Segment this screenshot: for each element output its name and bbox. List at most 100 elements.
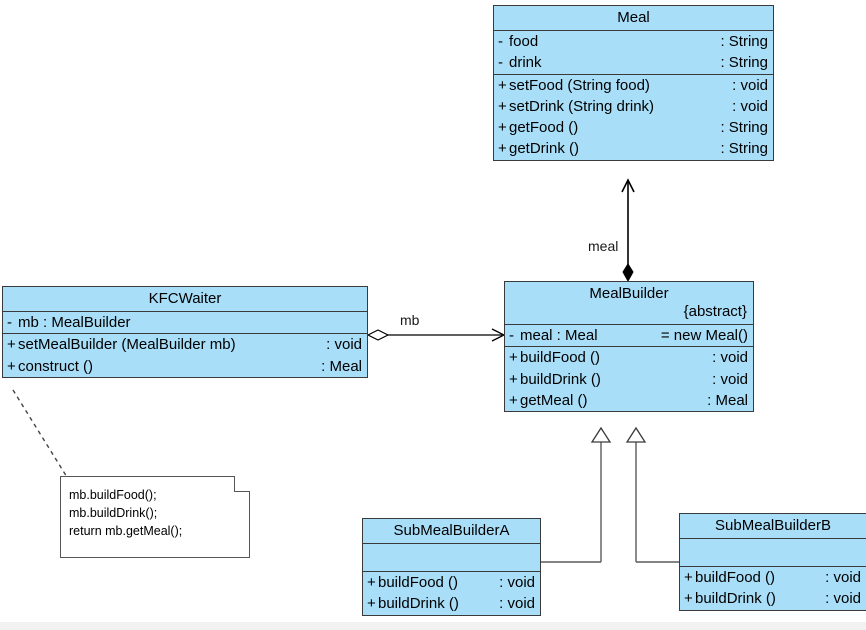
- note-line: return mb.getMeal();: [69, 524, 183, 539]
- attribute-signature: meal : Meal: [520, 327, 598, 344]
- mealbuilder-operations-compartment: + buildFood () : void + buildDrink () : …: [505, 346, 753, 411]
- visibility-marker: +: [509, 391, 518, 409]
- generalization-submealbuildera-mealbuilder: [541, 426, 612, 563]
- class-name-kfcwaiter: KFCWaiter: [148, 290, 222, 307]
- submealbuildera-attributes-compartment: [363, 543, 540, 571]
- operation-signature: buildDrink (): [695, 590, 776, 608]
- visibility-marker: +: [7, 336, 16, 354]
- operation-signature: buildFood (): [378, 574, 459, 591]
- mealbuilder-attributes-compartment: - meal : Meal = new Meal(): [505, 324, 753, 346]
- class-name-submealbuildera: SubMealBuilderA: [393, 522, 510, 539]
- visibility-marker: +: [367, 574, 376, 591]
- attribute-default-value: = new Meal(): [660, 327, 748, 344]
- class-box-mealbuilder[interactable]: MealBuilder {abstract} - meal : Meal = n…: [504, 281, 754, 412]
- visibility-marker: -: [498, 33, 503, 50]
- operation-return-type: : void: [499, 595, 535, 613]
- operation-row: + construct () : Meal: [3, 356, 367, 377]
- note-line: mb.buildDrink();: [69, 506, 158, 521]
- operation-return-type: : String: [720, 140, 768, 158]
- kfcwaiter-name-compartment: KFCWaiter: [3, 287, 367, 311]
- uml-diagram-canvas: Meal - food : String - drink : String + …: [0, 0, 866, 630]
- visibility-marker: +: [684, 590, 693, 608]
- operation-row: + buildFood () : void: [505, 347, 753, 368]
- visibility-marker: +: [684, 569, 693, 586]
- visibility-marker: +: [498, 119, 507, 136]
- attribute-type: [356, 314, 362, 331]
- class-box-submealbuildera[interactable]: SubMealBuilderA + buildFood () : void + …: [362, 518, 541, 616]
- operation-signature: setFood (String food): [509, 76, 650, 94]
- operation-signature: getFood (): [509, 119, 579, 136]
- class-box-meal[interactable]: Meal - food : String - drink : String + …: [493, 5, 774, 161]
- operation-row: + getDrink () : String: [494, 138, 773, 159]
- class-name-mealbuilder: MealBuilder {abstract}: [505, 282, 753, 324]
- operation-return-type: : void: [499, 574, 535, 591]
- operation-row: + buildDrink () : void: [505, 369, 753, 390]
- operation-signature: buildDrink (): [378, 595, 459, 613]
- attribute-signature: drink: [509, 54, 542, 72]
- operation-row: + buildDrink () : void: [363, 593, 540, 614]
- meal-operations-compartment: + setFood (String food) : void + setDrin…: [494, 73, 773, 160]
- class-name-text: MealBuilder: [589, 285, 669, 302]
- attribute-signature: food: [509, 33, 539, 50]
- operation-row: + setDrink (String drink) : void: [494, 96, 773, 117]
- operation-return-type: : void: [825, 569, 861, 586]
- operation-signature: setMealBuilder (MealBuilder mb): [18, 336, 236, 354]
- generalization-submealbuilderb-mealbuilder: [625, 426, 679, 563]
- operation-row: + setMealBuilder (MealBuilder mb) : void: [3, 334, 367, 355]
- aggregation-kfcwaiter-mealbuilder: [366, 328, 506, 342]
- visibility-marker: -: [7, 314, 12, 331]
- note-box-construct-body[interactable]: mb.buildFood(); mb.buildDrink(); return …: [60, 476, 250, 558]
- operation-signature: getMeal (): [520, 391, 588, 409]
- operation-row: + buildFood () : void: [363, 572, 540, 593]
- class-name-meal: Meal: [617, 9, 650, 26]
- mealbuilder-name-compartment: MealBuilder {abstract}: [505, 282, 753, 324]
- bottom-edge-strip: [0, 622, 866, 630]
- note-anchor-dashed-line: [12, 389, 71, 483]
- operation-signature: getDrink (): [509, 140, 580, 158]
- class-name-submealbuilderb: SubMealBuilderB: [715, 517, 831, 534]
- operation-row: + getFood () : String: [494, 117, 773, 138]
- attribute-row: - meal : Meal = new Meal(): [505, 325, 753, 346]
- submealbuilderb-operations-compartment: + buildFood () : void + buildDrink () : …: [680, 566, 866, 610]
- operation-signature: setDrink (String drink): [509, 97, 655, 115]
- operation-signature: construct (): [18, 357, 94, 375]
- operation-return-type: : void: [712, 349, 748, 367]
- operation-return-type: : Meal: [707, 391, 748, 409]
- visibility-marker: +: [509, 370, 518, 388]
- visibility-marker: -: [498, 54, 503, 72]
- visibility-marker: +: [498, 97, 507, 115]
- class-box-submealbuilderb[interactable]: SubMealBuilderB + buildFood () : void + …: [679, 513, 866, 611]
- composition-mealbuilder-meal: [621, 178, 635, 283]
- abstract-stereotype: {abstract}: [683, 303, 747, 320]
- attribute-type: : String: [720, 54, 768, 72]
- visibility-marker: +: [509, 349, 518, 367]
- visibility-marker: +: [7, 357, 16, 375]
- attribute-signature: mb : MealBuilder: [18, 314, 131, 331]
- operation-signature: buildDrink (): [520, 370, 601, 388]
- operation-return-type: : Meal: [321, 357, 362, 375]
- operation-row: + getMeal () : Meal: [505, 390, 753, 411]
- operation-row: + setFood (String food) : void: [494, 75, 773, 96]
- operation-signature: buildFood (): [695, 569, 776, 586]
- kfcwaiter-attributes-compartment: - mb : MealBuilder: [3, 311, 367, 333]
- submealbuildera-operations-compartment: + buildFood () : void + buildDrink () : …: [363, 571, 540, 615]
- attribute-row: - drink : String: [494, 52, 773, 73]
- submealbuilderb-attributes-compartment: [680, 538, 866, 566]
- class-box-kfcwaiter[interactable]: KFCWaiter - mb : MealBuilder + setMealBu…: [2, 286, 368, 378]
- operation-row: + buildDrink () : void: [680, 588, 866, 609]
- visibility-marker: +: [498, 140, 507, 158]
- attribute-row: - mb : MealBuilder: [3, 312, 367, 333]
- operation-return-type: : void: [732, 76, 768, 94]
- note-line: mb.buildFood();: [69, 488, 157, 502]
- meal-attributes-compartment: - food : String - drink : String: [494, 30, 773, 74]
- attribute-type: : String: [720, 33, 768, 50]
- note-fold-icon: [234, 476, 250, 492]
- operation-return-type: : void: [825, 590, 861, 608]
- operation-return-type: : String: [720, 119, 768, 136]
- operation-return-type: : void: [712, 370, 748, 388]
- operation-return-type: : void: [732, 97, 768, 115]
- operation-return-type: : void: [326, 336, 362, 354]
- visibility-marker: -: [509, 327, 514, 344]
- visibility-marker: +: [367, 595, 376, 613]
- association-label-meal: meal: [588, 238, 619, 254]
